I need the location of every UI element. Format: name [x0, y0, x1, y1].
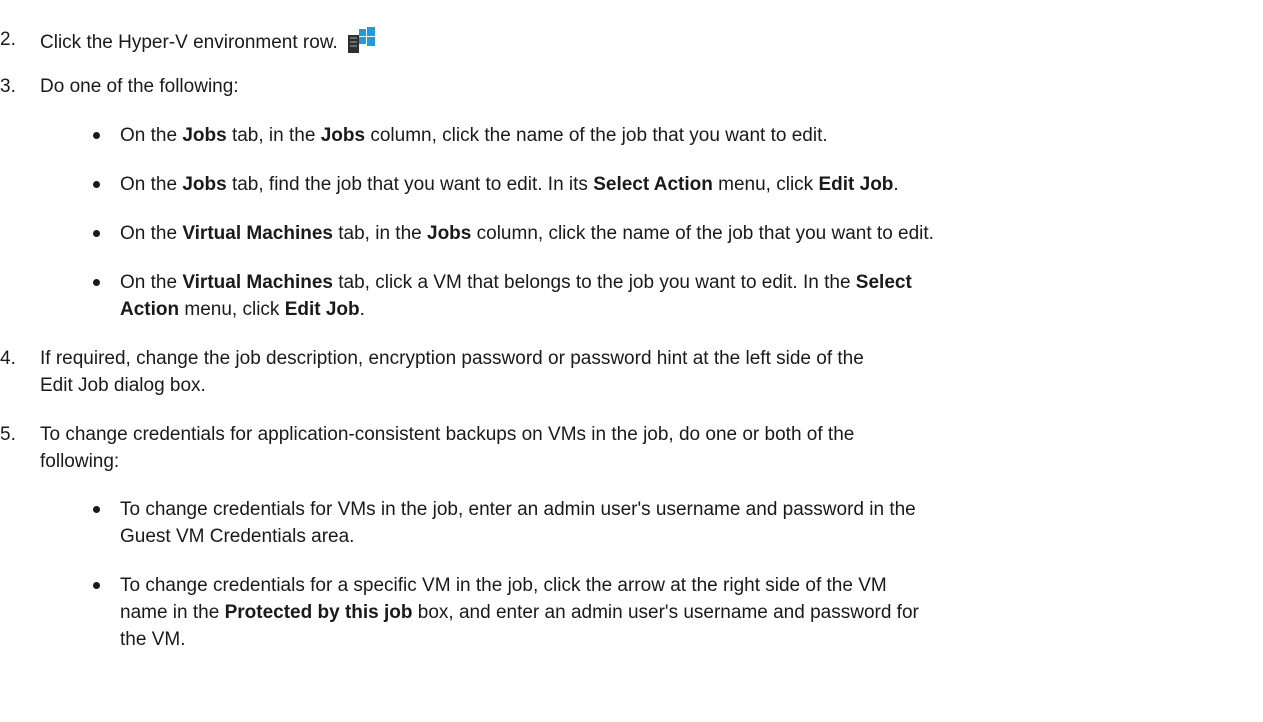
bullet-icon [93, 279, 100, 286]
step-number: 4. [0, 348, 16, 369]
bullet-icon [93, 582, 100, 589]
step-text: To change credentials for application-co… [40, 424, 855, 472]
step-text: Click the Hyper-V environment row. [40, 26, 1259, 62]
bullet-icon [93, 230, 100, 237]
list-item-text: On the Virtual Machines tab, in the Jobs… [120, 223, 934, 244]
hyper-v-environment-icon [347, 26, 376, 62]
step-number: 5. [0, 424, 16, 445]
bullet-icon [93, 181, 100, 188]
list-item-text: To change credentials for a specific VM … [120, 575, 919, 650]
step-text: Do one of the following: [40, 76, 239, 97]
bullet-icon [93, 506, 100, 513]
step-number: 3. [0, 76, 16, 97]
list-item-text: To change credentials for VMs in the job… [120, 499, 916, 547]
step-number: 2. [0, 29, 16, 50]
document-page: 2. Click the Hyper-V environment row. 3.… [0, 0, 1263, 722]
list-item-text: On the Virtual Machines tab, click a VM … [120, 272, 912, 320]
list-item-text: On the Jobs tab, in the Jobs column, cli… [120, 125, 828, 146]
list-item-text: On the Jobs tab, find the job that you w… [120, 174, 899, 195]
bullet-icon [93, 132, 100, 139]
step-text: If required, change the job description,… [40, 348, 864, 396]
